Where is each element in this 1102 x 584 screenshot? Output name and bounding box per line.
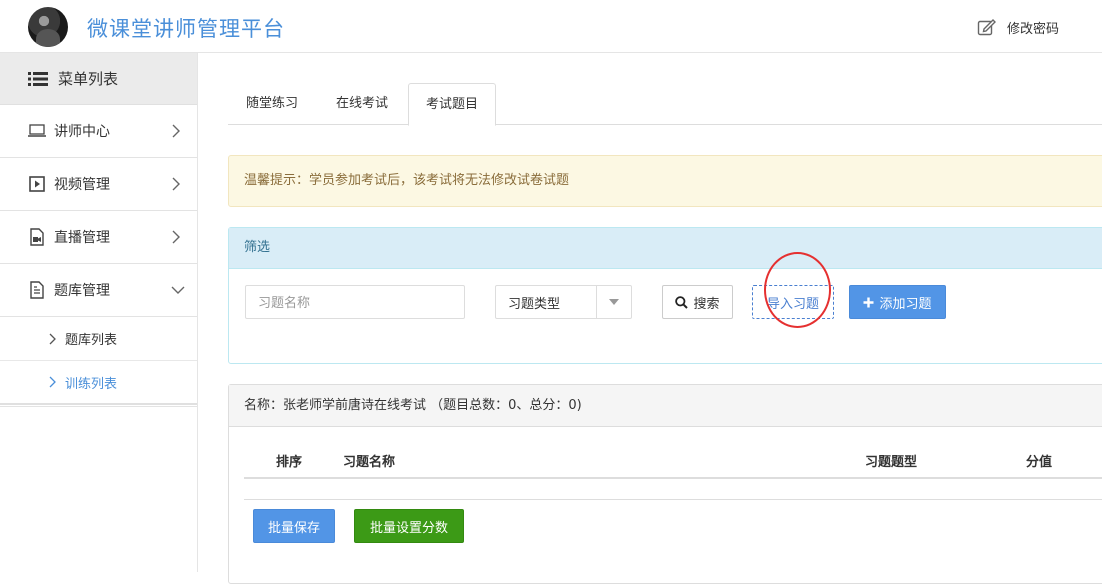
question-bank-submenu: 题库列表 训练列表	[0, 317, 197, 407]
change-password-link[interactable]: 修改密码	[977, 17, 1059, 37]
sidebar: 菜单列表 讲师中心 视频管理 直播管理 题库管理 题库列表 训练列表	[0, 53, 198, 572]
play-icon	[27, 175, 47, 193]
sidebar-item-question-bank[interactable]: 题库管理	[0, 264, 197, 317]
tab-bar: 随堂练习 在线考试 考试题目	[228, 83, 1102, 126]
column-order: 排序	[276, 455, 303, 470]
plus-icon	[863, 297, 874, 307]
chevron-right-icon	[49, 333, 56, 344]
menu-header: 菜单列表	[0, 53, 197, 105]
live-icon	[27, 228, 47, 246]
tab-practice[interactable]: 随堂练习	[228, 83, 316, 125]
menu-title: 菜单列表	[58, 70, 119, 88]
sidebar-item-teacher-center[interactable]: 讲师中心	[0, 105, 197, 158]
sidebar-subitem-label: 训练列表	[65, 376, 118, 392]
sidebar-subitem-training-list[interactable]: 训练列表	[0, 361, 197, 405]
sidebar-subitem-label: 题库列表	[65, 333, 118, 348]
add-button-label: 添加习题	[879, 296, 932, 312]
change-password-label: 修改密码	[1007, 21, 1060, 37]
sidebar-item-video[interactable]: 视频管理	[0, 158, 197, 211]
chevron-down-icon	[171, 286, 185, 294]
question-name-input[interactable]	[245, 285, 465, 319]
sidebar-subitem-question-list[interactable]: 题库列表	[0, 317, 197, 361]
import-questions-button[interactable]: 导入习题	[752, 285, 834, 319]
list-icon	[28, 71, 48, 86]
add-question-button[interactable]: 添加习题	[849, 285, 946, 319]
caret-down-icon	[596, 286, 631, 318]
sidebar-item-label: 题库管理	[54, 283, 110, 299]
document-icon	[27, 281, 47, 299]
top-header: 微课堂讲师管理平台 修改密码	[0, 0, 1102, 53]
exam-summary: 名称：张老师学前唐诗在线考试 （题目总数：0、总分：0)	[229, 385, 1102, 427]
exam-questions-panel: 名称：张老师学前唐诗在线考试 （题目总数：0、总分：0) 排序 习题名称 习题题…	[228, 384, 1102, 584]
laptop-icon	[27, 122, 47, 140]
chevron-right-icon	[172, 124, 180, 138]
tab-exam-questions[interactable]: 考试题目	[408, 83, 496, 126]
filter-title: 筛选	[229, 228, 1102, 269]
search-button[interactable]: 搜索	[662, 285, 733, 319]
sidebar-item-label: 视频管理	[54, 177, 110, 193]
sidebar-item-label: 直播管理	[54, 230, 110, 246]
column-question-type: 习题题型	[865, 455, 918, 470]
sidebar-item-label: 讲师中心	[54, 124, 110, 140]
search-button-label: 搜索	[693, 296, 720, 312]
table-divider	[244, 499, 1102, 500]
table-header: 排序 习题名称 习题题型 分值	[244, 441, 1102, 479]
app-title: 微课堂讲师管理平台	[87, 17, 285, 41]
batch-set-score-button[interactable]: 批量设置分数	[354, 509, 464, 543]
sidebar-item-live[interactable]: 直播管理	[0, 211, 197, 264]
tab-online-exam[interactable]: 在线考试	[318, 83, 406, 125]
warning-alert: 温馨提示：学员参加考试后，该考试将无法修改试卷试题	[228, 155, 1102, 207]
filter-panel: 筛选 习题类型 搜索 导入习题 添加习题	[228, 227, 1102, 364]
question-type-select[interactable]: 习题类型	[495, 285, 632, 319]
question-type-value: 习题类型	[508, 296, 561, 312]
column-question-name: 习题名称	[343, 455, 396, 470]
chevron-right-icon	[49, 376, 56, 388]
column-score: 分值	[1026, 455, 1053, 470]
import-button-label: 导入习题	[766, 296, 819, 312]
search-icon	[675, 295, 689, 309]
edit-icon	[977, 19, 996, 36]
chevron-right-icon	[172, 177, 180, 191]
chevron-right-icon	[172, 230, 180, 244]
avatar[interactable]	[28, 7, 68, 47]
batch-save-button[interactable]: 批量保存	[253, 509, 335, 543]
